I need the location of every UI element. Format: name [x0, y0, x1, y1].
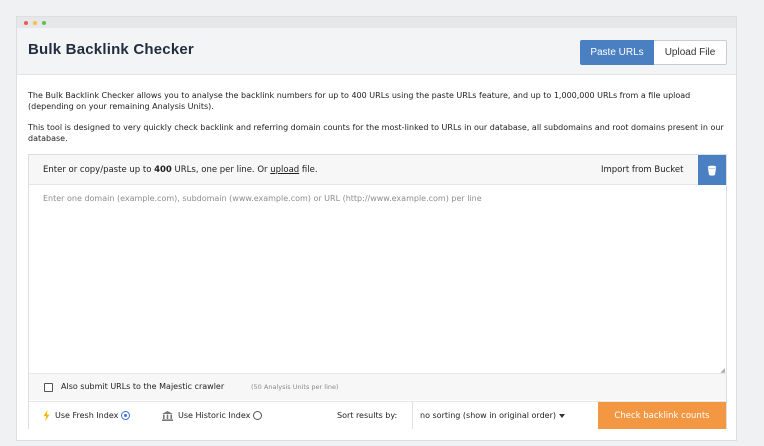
- page-header: Bulk Backlink Checker Paste URLs Upload …: [17, 28, 736, 75]
- sort-label: Sort results by:: [337, 411, 398, 420]
- description-paragraph-1: The Bulk Backlink Checker allows you to …: [28, 91, 691, 111]
- instruction-suffix: file.: [299, 165, 318, 175]
- input-mode-tabs: Paste URLs Upload File: [580, 40, 727, 65]
- close-window-dot[interactable]: [24, 21, 28, 25]
- url-input-panel: Enter or copy/paste up to 400 URLs, one …: [28, 154, 727, 429]
- fresh-index-label: Use Fresh Index: [55, 411, 119, 420]
- page-title: Bulk Backlink Checker: [28, 41, 194, 58]
- instruction-prefix: Enter or copy/paste up to: [43, 165, 155, 175]
- lightning-icon: [43, 410, 50, 421]
- crawler-option-row: Also submit URLs to the Majestic crawler…: [29, 373, 726, 400]
- instruction-url-limit: 400: [154, 165, 172, 175]
- fresh-index-radio[interactable]: [121, 411, 131, 420]
- historic-index-option[interactable]: Use Historic Index: [162, 402, 263, 429]
- import-from-bucket-label[interactable]: Import from Bucket: [601, 165, 683, 175]
- upload-link[interactable]: upload: [270, 165, 299, 175]
- crawler-checkbox[interactable]: [44, 383, 53, 392]
- chevron-down-icon: [558, 413, 565, 418]
- title-bar: [17, 17, 736, 28]
- maximize-window-dot[interactable]: [42, 21, 46, 25]
- tab-upload-file[interactable]: Upload File: [654, 40, 727, 65]
- import-bucket-button[interactable]: [698, 155, 726, 185]
- sort-selected-value: no sorting (show in original order): [420, 411, 556, 420]
- tab-paste-urls[interactable]: Paste URLs: [580, 40, 654, 65]
- minimize-window-dot[interactable]: [33, 21, 37, 25]
- app-window: Bulk Backlink Checker Paste URLs Upload …: [16, 16, 737, 441]
- historic-index-radio[interactable]: [253, 411, 263, 420]
- bucket-icon: [707, 165, 717, 176]
- historic-index-label: Use Historic Index: [178, 411, 251, 420]
- description-paragraph-2: This tool is designed to very quickly ch…: [28, 123, 724, 143]
- sort-select[interactable]: no sorting (show in original order): [412, 402, 597, 429]
- bank-icon: [162, 410, 173, 421]
- crawler-label[interactable]: Also submit URLs to the Majestic crawler: [61, 382, 224, 391]
- check-backlink-counts-button[interactable]: Check backlink counts: [598, 402, 726, 429]
- instruction-middle: URLs, one per line. Or: [171, 165, 271, 175]
- url-textarea[interactable]: [29, 186, 726, 372]
- input-instruction: Enter or copy/paste up to 400 URLs, one …: [43, 165, 318, 175]
- panel-header: Enter or copy/paste up to 400 URLs, one …: [29, 155, 726, 185]
- options-row: Use Fresh Index Use Historic Index Sort …: [29, 401, 726, 429]
- fresh-index-option[interactable]: Use Fresh Index: [43, 402, 131, 429]
- crawler-cost-note: (50 Analysis Units per line): [251, 383, 339, 391]
